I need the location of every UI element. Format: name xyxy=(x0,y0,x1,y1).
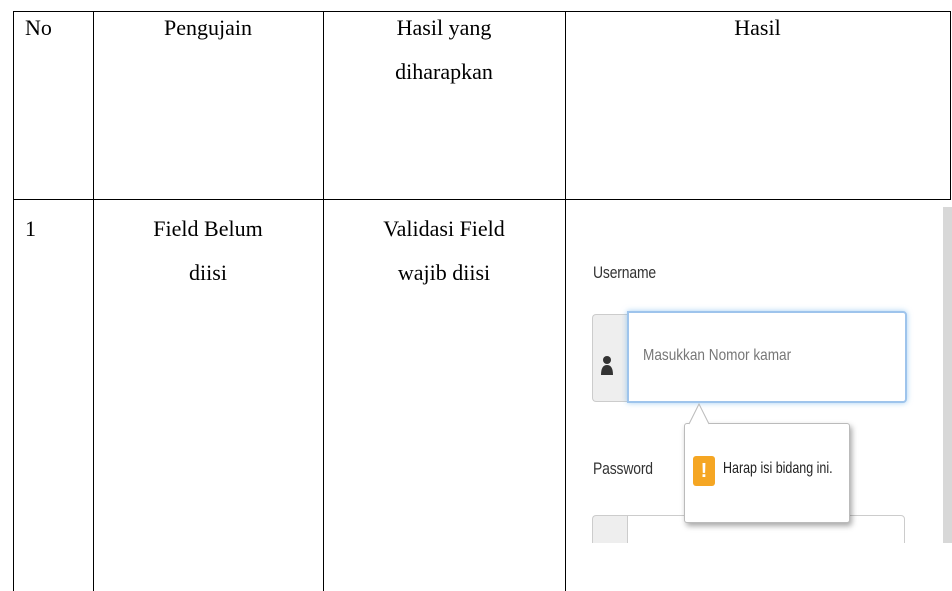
table-col-divider-2 xyxy=(323,11,324,591)
user-icon xyxy=(601,356,613,375)
result-screenshot: Username Masukkan Nomor kamar Password !… xyxy=(565,207,952,543)
username-placeholder: Masukkan Nomor kamar xyxy=(643,347,792,364)
table-left-border xyxy=(13,11,14,591)
validation-tooltip: ! Harap isi bidang ini. xyxy=(684,423,850,523)
username-input[interactable]: Masukkan Nomor kamar xyxy=(627,311,907,403)
table-right-border xyxy=(950,11,951,199)
table-col-divider-1 xyxy=(93,11,94,591)
warning-icon: ! xyxy=(693,456,715,486)
header-pengujian: Pengujain xyxy=(164,15,252,40)
header-no: No xyxy=(25,15,52,40)
tooltip-message: Harap isi bidang ini. xyxy=(723,460,833,477)
screenshot-edge xyxy=(943,207,952,543)
username-label: Username xyxy=(593,263,656,282)
password-label: Password xyxy=(593,459,653,478)
row-1-no: 1 xyxy=(25,216,36,241)
row-1-hasil-diharapkan: Validasi Field wajib diisi xyxy=(383,216,505,285)
header-hasil-diharapkan: Hasil yang diharapkan xyxy=(395,15,493,84)
table-row-divider xyxy=(13,199,951,200)
password-addon xyxy=(592,515,629,543)
row-1-pengujian: Field Belum diisi xyxy=(153,216,263,285)
header-hasil: Hasil xyxy=(734,15,781,40)
